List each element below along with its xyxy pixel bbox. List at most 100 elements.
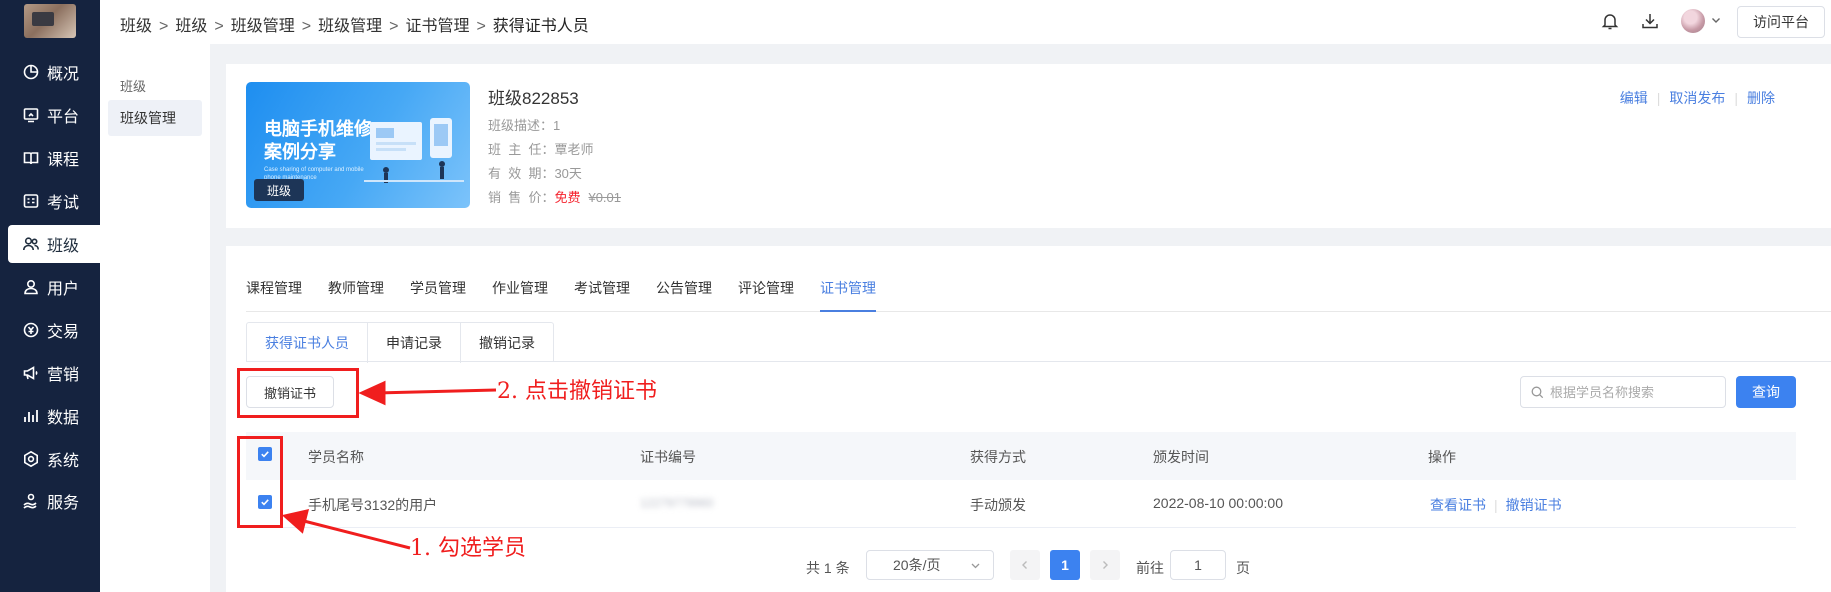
breadcrumb-separator: >: [214, 18, 224, 35]
sidebar-item-transaction[interactable]: 交易: [0, 311, 100, 349]
annotation-step-1: 1. 勾选学员: [410, 536, 526, 561]
subtab-revocation-records[interactable]: 撤销记录: [460, 323, 553, 363]
cell-student-name: 手机尾号3132的用户: [308, 497, 438, 513]
bar-data-icon: [22, 407, 40, 425]
class-description: 班级描述：1: [488, 115, 560, 134]
exam-icon: [22, 192, 40, 210]
sidebar-item-class[interactable]: 班级: [8, 225, 100, 263]
tab-certificate[interactable]: 证书管理: [820, 278, 876, 312]
sidebar-item-overview[interactable]: 概况: [0, 53, 100, 91]
management-tabs: 课程管理 教师管理 学员管理 作业管理 考试管理 公告管理 评论管理 证书管理: [246, 278, 1831, 312]
top-header: 班级 > 班级 > 班级管理 > 班级管理 > 证书管理 > 获得证书人员 访问平台: [100, 0, 1831, 44]
divider: |: [1734, 90, 1738, 106]
prev-page-button[interactable]: [1010, 550, 1040, 580]
search-box[interactable]: [1520, 376, 1726, 408]
tab-comment[interactable]: 评论管理: [738, 278, 794, 312]
tab-homework[interactable]: 作业管理: [492, 278, 548, 312]
annotation-box-checkbox: [237, 436, 283, 528]
certificate-subtabs: 获得证书人员 申请记录 撤销记录: [246, 322, 554, 363]
tab-teacher[interactable]: 教师管理: [328, 278, 384, 312]
search-input[interactable]: [1550, 384, 1720, 400]
breadcrumb-current: 获得证书人员: [492, 18, 589, 35]
sidebar-item-label: 营销: [47, 367, 80, 384]
breadcrumb-item[interactable]: 班级: [175, 18, 207, 35]
tab-course[interactable]: 课程管理: [246, 278, 302, 312]
class-price: 销 售 价：免费 ¥0.01: [488, 187, 621, 206]
teacher-label: 班 主 任：: [488, 142, 555, 157]
chevron-right-icon: [1103, 561, 1108, 569]
sidebar-item-course[interactable]: 课程: [0, 139, 100, 177]
sidebar-item-label: 服务: [47, 495, 80, 512]
cell-method: 手动颁发: [970, 497, 1026, 513]
breadcrumb-item[interactable]: 班级管理: [318, 18, 382, 35]
tab-notice[interactable]: 公告管理: [656, 278, 712, 312]
sidebar-item-label: 交易: [47, 324, 80, 341]
delete-link[interactable]: 删除: [1747, 90, 1775, 106]
subnav-title: 班级: [120, 79, 147, 94]
breadcrumb-item[interactable]: 班级: [120, 18, 152, 35]
class-name: 班级822853: [488, 89, 579, 108]
subnav-item-class-management[interactable]: 班级管理: [108, 100, 202, 136]
breadcrumb-separator: >: [159, 18, 169, 35]
column-header-method: 获得方式: [970, 449, 1026, 465]
breadcrumb-separator: >: [301, 18, 312, 35]
unpublish-link[interactable]: 取消发布: [1669, 90, 1725, 106]
gear-icon: [22, 450, 40, 468]
sidebar-item-platform[interactable]: 平台: [0, 96, 100, 134]
class-info-card: 电脑手机维修案例分享 Case sharing of computer and …: [226, 64, 1831, 228]
column-header-issue-time: 颁发时间: [1153, 449, 1209, 465]
tab-exam[interactable]: 考试管理: [574, 278, 630, 312]
breadcrumb-separator: >: [476, 18, 486, 35]
page-number-current[interactable]: 1: [1050, 550, 1080, 580]
sidebar-item-marketing[interactable]: 营销: [0, 354, 100, 392]
sidebar-item-label: 数据: [47, 410, 80, 427]
sidebar-item-data[interactable]: 数据: [0, 397, 100, 435]
visit-platform-button[interactable]: 访问平台: [1737, 6, 1825, 38]
book-icon: [22, 149, 40, 167]
subtab-application-records[interactable]: 申请记录: [367, 323, 460, 363]
breadcrumb-separator: >: [389, 18, 399, 35]
bell-icon[interactable]: [1600, 11, 1620, 31]
desc-value: 1: [553, 118, 561, 133]
class-users-icon: [22, 235, 40, 253]
cell-issue-time: 2022-08-10 00:00:00: [1153, 495, 1283, 511]
transaction-icon: [22, 321, 40, 339]
cell-operations: 查看证书 | 撤销证书: [1430, 495, 1562, 515]
table-row: 手机尾号3132的用户 12279779960 手动颁发 2022-08-10 …: [246, 480, 1796, 528]
app-logo[interactable]: [24, 4, 76, 38]
chevron-down-icon[interactable]: [1710, 14, 1722, 26]
table-header: 学员名称 证书编号 获得方式 颁发时间 操作: [246, 432, 1796, 480]
goto-page-input[interactable]: 1: [1170, 550, 1226, 580]
sidebar-item-system[interactable]: 系统: [0, 440, 100, 478]
column-header-operation: 操作: [1428, 449, 1456, 465]
breadcrumb-item[interactable]: 证书管理: [405, 18, 469, 35]
validity-label: 有 效 期：: [488, 166, 555, 181]
subtab-certified-members[interactable]: 获得证书人员: [247, 323, 367, 363]
sub-navigation: 班级 班级管理: [100, 44, 210, 592]
sidebar-item-label: 系统: [47, 453, 80, 470]
query-button[interactable]: 查询: [1736, 376, 1796, 408]
page-size-select[interactable]: 20条/页: [866, 550, 994, 580]
sidebar-item-label: 概况: [47, 66, 80, 83]
user-icon: [22, 278, 40, 296]
sidebar-item-label: 平台: [47, 109, 80, 126]
cell-cert-number: 12279779960: [640, 496, 714, 510]
class-cover-image: 电脑手机维修案例分享 Case sharing of computer and …: [246, 82, 470, 208]
sidebar-item-service[interactable]: 服务: [0, 482, 100, 520]
breadcrumb-item[interactable]: 班级管理: [231, 18, 295, 35]
sidebar-item-exam[interactable]: 考试: [0, 182, 100, 220]
tab-student[interactable]: 学员管理: [410, 278, 466, 312]
next-page-button[interactable]: [1090, 550, 1120, 580]
view-certificate-link[interactable]: 查看证书: [1430, 497, 1486, 513]
avatar[interactable]: [1681, 9, 1705, 33]
breadcrumb: 班级 > 班级 > 班级管理 > 班级管理 > 证书管理 > 获得证书人员: [120, 12, 589, 36]
revoke-certificate-link[interactable]: 撤销证书: [1506, 497, 1562, 513]
class-teacher: 班 主 任：覃老师: [488, 139, 593, 158]
sidebar-item-label: 课程: [47, 152, 80, 169]
sidebar-item-user[interactable]: 用户: [0, 268, 100, 306]
edit-link[interactable]: 编辑: [1620, 90, 1648, 106]
megaphone-icon: [22, 364, 40, 382]
download-icon[interactable]: [1640, 11, 1660, 31]
pagination-total: 共 1 条: [806, 560, 850, 576]
pie-chart-icon: [22, 63, 40, 81]
